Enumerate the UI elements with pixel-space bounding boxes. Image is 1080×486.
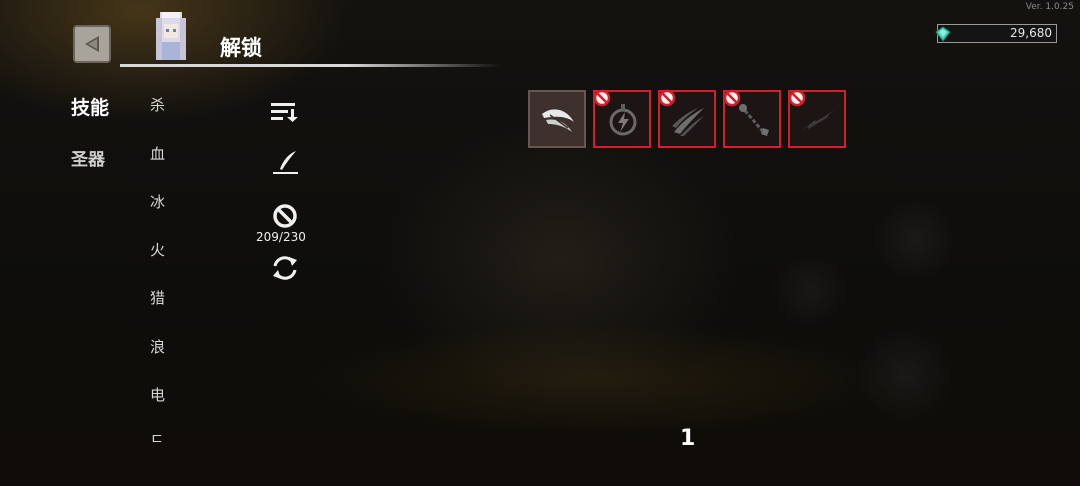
unlock-counter: 209/230 [256,230,306,244]
locked-icon [788,89,806,107]
gem-icon [935,26,951,42]
sort-icon [271,103,298,122]
locked-icon [658,89,676,107]
refresh-icon [273,256,297,280]
title-divider [120,64,500,67]
character-avatar [148,8,194,64]
blade-wing-icon [542,109,574,132]
tab-skills[interactable]: 技能 [71,93,109,120]
filter-electric[interactable]: 电 [150,384,165,405]
filter-ice[interactable]: 冰 [150,191,165,212]
filter-hunt[interactable]: 猎 [150,287,165,308]
filter-blood[interactable]: 血 [150,143,165,164]
filter-fire[interactable]: 火 [150,239,165,260]
filter-kill[interactable]: 杀 [150,94,165,115]
quill-icon [273,151,298,174]
version-label: Ver. 1.0.25 [1025,2,1074,12]
sort-button[interactable] [270,101,298,127]
currency-display: 29,680 [935,24,1057,43]
page-title: 解锁 [220,36,262,60]
lock-filter-button[interactable] [272,203,298,233]
ban-icon [273,204,297,228]
tab-relics[interactable]: 圣器 [71,145,105,170]
skill-slot-2[interactable] [593,89,651,148]
filter-partial[interactable]: ㄷ [150,428,164,449]
skill-slot-4[interactable] [723,89,781,148]
locked-icon [593,89,611,107]
quill-button[interactable] [272,150,300,180]
back-arrow-icon [85,36,99,52]
locked-icon [723,89,741,107]
skill-slot-3[interactable] [658,89,716,148]
currency-value: 29,680 [1010,26,1052,40]
refresh-button[interactable] [270,254,300,286]
skill-slot-5[interactable] [788,89,846,148]
back-button[interactable] [73,25,111,63]
page-number: 1 [680,426,696,451]
filter-wave[interactable]: 浪 [150,336,165,357]
skill-slot-1[interactable] [528,90,586,148]
